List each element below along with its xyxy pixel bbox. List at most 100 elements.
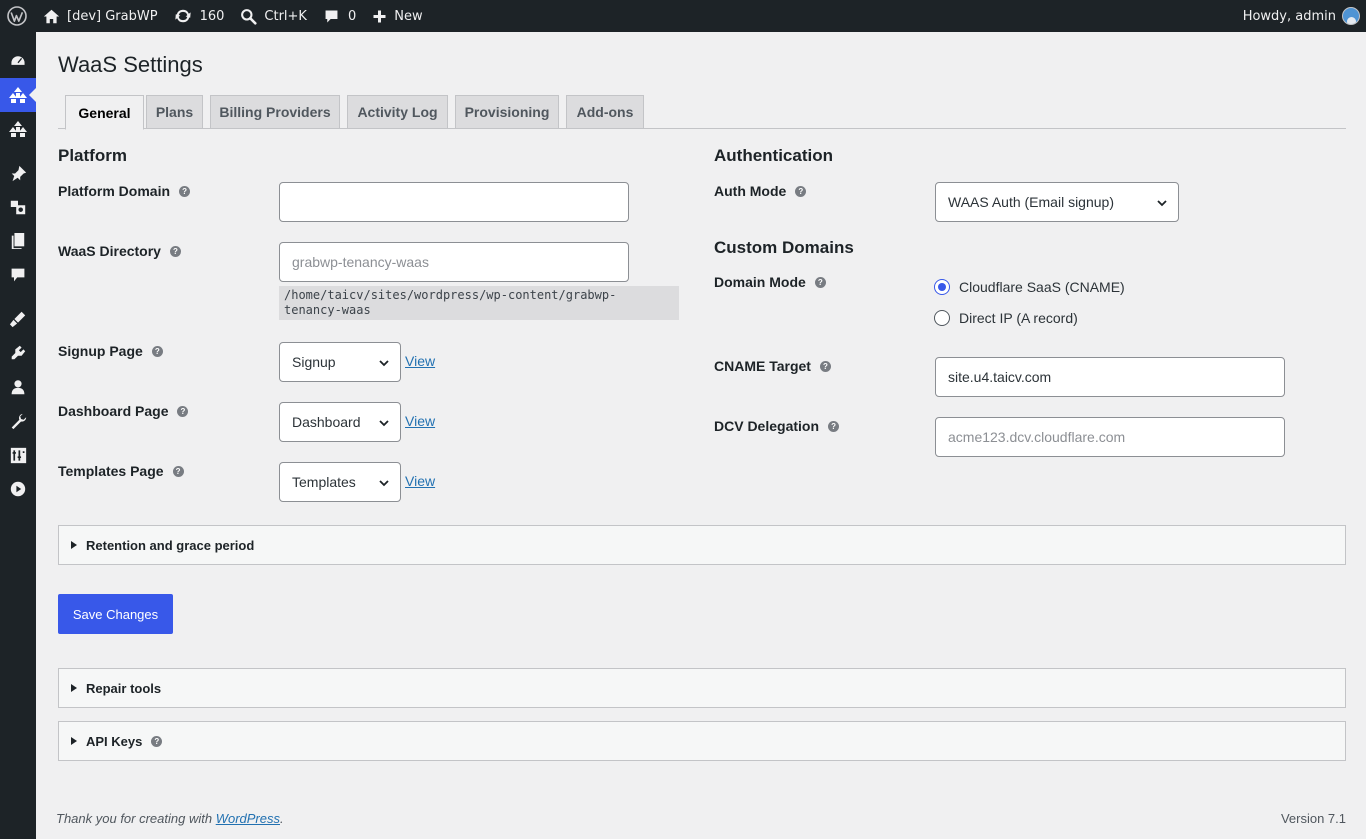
- site-name: [dev] GrabWP: [67, 8, 158, 24]
- signup-page-value: Signup: [292, 354, 336, 370]
- dcv-delegation-label-text: DCV Delegation: [714, 418, 820, 434]
- signup-page-label-text: Signup Page: [58, 343, 143, 359]
- pages-menu[interactable]: [0, 224, 36, 258]
- help-icon[interactable]: ?: [151, 345, 163, 357]
- templates-page-select[interactable]: Templates: [279, 462, 401, 502]
- domain-mode-cloudflare-option[interactable]: Cloudflare SaaS (CNAME): [934, 279, 1125, 295]
- comments-sidebar-menu[interactable]: [0, 258, 36, 292]
- new-label: New: [394, 8, 423, 24]
- api-keys-label: API Keys: [86, 733, 143, 749]
- waas-directory-input[interactable]: grabwp-tenancy-waas: [279, 242, 629, 282]
- dcv-delegation-label: DCV Delegation ?: [714, 418, 840, 434]
- dashboard-page-label-text: Dashboard Page: [58, 403, 169, 419]
- repair-tools-toggle[interactable]: Repair tools: [58, 668, 1346, 708]
- waas-directory-label: WaaS Directory ?: [58, 243, 181, 259]
- admin-sidebar: [0, 32, 36, 839]
- help-icon[interactable]: ?: [169, 245, 181, 257]
- tab-activity-log[interactable]: Activity Log: [347, 95, 448, 129]
- updates-icon: [174, 9, 191, 23]
- templates-page-label-text: Templates Page: [58, 463, 164, 479]
- help-icon[interactable]: ?: [828, 420, 840, 432]
- howdy-text: Howdy, admin: [1242, 8, 1336, 24]
- comments-icon: [11, 268, 25, 282]
- cname-target-label: CNAME Target ?: [714, 358, 831, 374]
- caret-right-icon: [71, 541, 77, 549]
- updates-menu[interactable]: 160: [166, 0, 233, 32]
- templates-page-label: Templates Page ?: [58, 463, 184, 479]
- tab-billing-providers[interactable]: Billing Providers: [210, 95, 340, 129]
- play-icon: [10, 481, 26, 497]
- comment-icon: [325, 10, 338, 22]
- plus-icon: [373, 10, 386, 22]
- command-palette[interactable]: Ctrl+K: [232, 0, 315, 32]
- chevron-down-icon: [379, 420, 389, 427]
- network-menu[interactable]: [0, 112, 36, 146]
- retention-section-label: Retention and grace period: [86, 537, 255, 553]
- site-name-menu[interactable]: [dev] GrabWP: [35, 0, 166, 32]
- tools-menu[interactable]: [0, 404, 36, 438]
- repair-tools-label: Repair tools: [86, 680, 162, 696]
- cname-target-label-text: CNAME Target: [714, 358, 811, 374]
- comments-count: 0: [347, 8, 357, 24]
- my-account-menu[interactable]: Howdy, admin: [1243, 7, 1366, 25]
- dashboard-page-select[interactable]: Dashboard: [279, 402, 401, 442]
- media-icon: [10, 200, 26, 215]
- settings-menu[interactable]: [0, 438, 36, 472]
- wordpress-logo-menu[interactable]: [0, 0, 35, 32]
- settings-tabs: General Plans Billing Providers Activity…: [58, 95, 1346, 130]
- dashboard-view-link[interactable]: View: [405, 413, 435, 429]
- domain-mode-direct-ip-label: Direct IP (A record): [959, 310, 1078, 326]
- domain-mode-direct-ip-option[interactable]: Direct IP (A record): [934, 310, 1078, 326]
- users-menu[interactable]: [0, 370, 36, 404]
- help-icon[interactable]: ?: [177, 405, 189, 417]
- tab-general[interactable]: General: [65, 95, 144, 130]
- appearance-menu[interactable]: [0, 302, 36, 336]
- caret-right-icon: [71, 684, 77, 692]
- templates-view-link[interactable]: View: [405, 473, 435, 489]
- wordpress-link[interactable]: WordPress: [216, 811, 280, 826]
- auth-mode-label: Auth Mode ?: [714, 183, 807, 199]
- cname-target-input[interactable]: site.u4.taicv.com: [935, 357, 1285, 397]
- media-menu[interactable]: [0, 190, 36, 224]
- platform-heading: Platform: [58, 146, 127, 165]
- help-icon[interactable]: ?: [151, 735, 163, 747]
- comments-menu[interactable]: 0: [315, 0, 364, 32]
- api-keys-toggle[interactable]: API Keys ?: [58, 721, 1346, 761]
- retention-section-toggle[interactable]: Retention and grace period: [58, 525, 1346, 565]
- radio-button[interactable]: [934, 310, 950, 326]
- templates-page-value: Templates: [292, 474, 356, 490]
- domain-mode-cloudflare-label: Cloudflare SaaS (CNAME): [959, 279, 1125, 295]
- dashboard-menu[interactable]: [0, 44, 36, 78]
- page-title: WaaS Settings: [58, 52, 203, 77]
- tab-provisioning[interactable]: Provisioning: [455, 95, 559, 129]
- posts-menu[interactable]: [0, 156, 36, 190]
- help-icon[interactable]: ?: [814, 276, 826, 288]
- signup-view-link[interactable]: View: [405, 353, 435, 369]
- custom-domains-heading: Custom Domains: [714, 238, 854, 257]
- waas-menu[interactable]: [0, 78, 36, 112]
- help-icon[interactable]: ?: [819, 360, 831, 372]
- chevron-down-icon: [1157, 200, 1167, 207]
- waas-directory-label-text: WaaS Directory: [58, 243, 161, 259]
- command-shortcut: Ctrl+K: [264, 8, 307, 24]
- signup-page-select[interactable]: Signup: [279, 342, 401, 382]
- platform-domain-input[interactable]: [279, 182, 629, 222]
- admin-bar: [dev] GrabWP 160 Ctrl+K 0 New Howdy, adm…: [0, 0, 1366, 32]
- tab-add-ons[interactable]: Add-ons: [566, 95, 644, 129]
- help-icon[interactable]: ?: [179, 185, 191, 197]
- save-changes-button[interactable]: Save Changes: [58, 594, 173, 634]
- chevron-down-icon: [379, 360, 389, 367]
- auth-mode-label-text: Auth Mode: [714, 183, 787, 199]
- tab-plans[interactable]: Plans: [146, 95, 203, 129]
- help-icon[interactable]: ?: [795, 185, 807, 197]
- help-icon[interactable]: ?: [172, 465, 184, 477]
- plugins-icon: [11, 345, 26, 360]
- dcv-delegation-input[interactable]: acme123.dcv.cloudflare.com: [935, 417, 1285, 457]
- auth-mode-select[interactable]: WAAS Auth (Email signup): [935, 182, 1179, 222]
- radio-button-selected[interactable]: [934, 279, 950, 295]
- search-icon: [241, 8, 257, 25]
- new-content-menu[interactable]: New: [364, 0, 430, 32]
- plugins-menu[interactable]: [0, 336, 36, 370]
- play-menu[interactable]: [0, 472, 36, 506]
- caret-right-icon: [71, 737, 77, 745]
